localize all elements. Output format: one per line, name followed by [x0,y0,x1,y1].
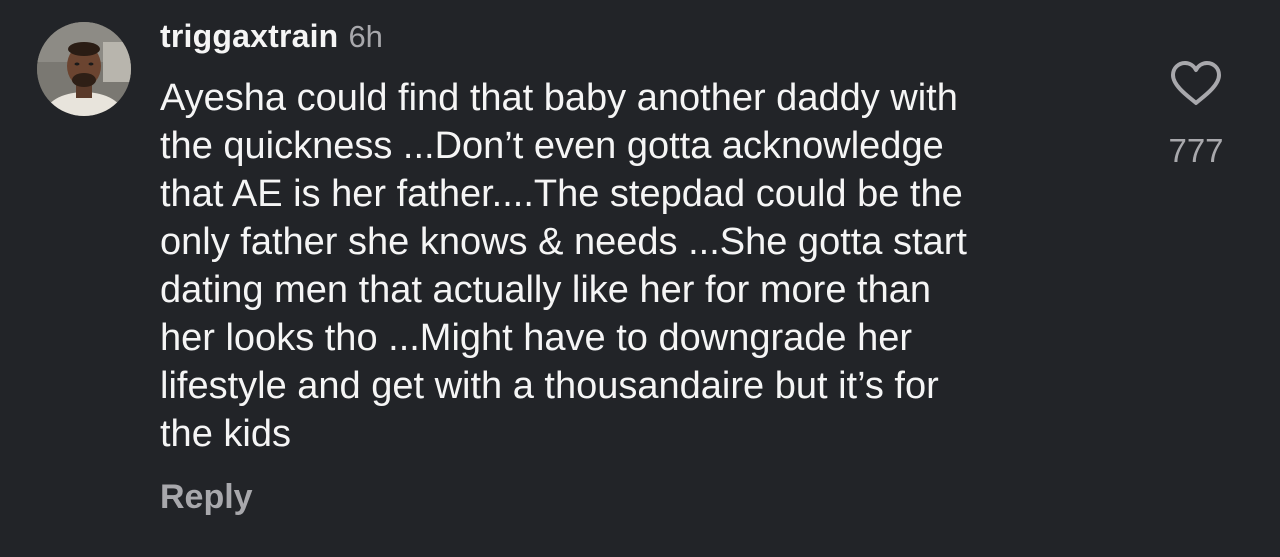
username[interactable]: triggaxtrain [160,18,338,55]
comment: triggaxtrain 6h Ayesha could find that b… [0,0,1280,557]
avatar[interactable] [37,22,131,116]
reply-button[interactable]: Reply [160,478,253,517]
like-count: 777 [1168,132,1224,169]
avatar-image [37,22,131,116]
comment-header: triggaxtrain 6h [160,18,383,60]
comment-text: Ayesha could find that baby another dadd… [160,77,967,455]
timestamp: 6h [348,19,383,54]
heart-outline-icon[interactable] [1170,60,1222,106]
